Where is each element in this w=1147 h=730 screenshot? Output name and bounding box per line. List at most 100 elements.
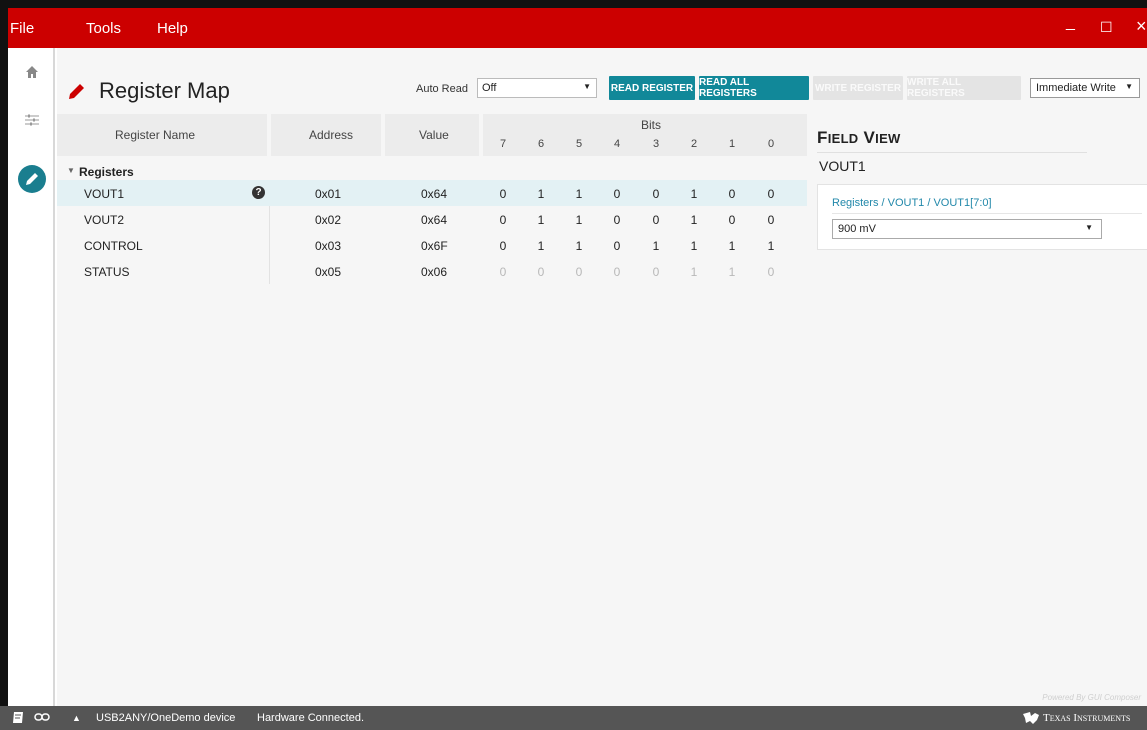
table-row[interactable]: STATUS 0x05 0x06 0 0 0 0 0 1 1 0 [57,258,807,284]
page-header: Register Map [67,78,230,104]
bit-header-0: 0 [767,138,775,150]
divider [817,152,1087,153]
bit-cell: 0 [613,265,621,279]
bit-cell[interactable]: 0 [493,213,513,227]
bit-cell[interactable]: 1 [531,213,551,227]
bit-cell[interactable]: 0 [607,239,627,253]
bit-cell[interactable]: 1 [569,187,589,201]
read-register-button[interactable]: READ REGISTER [609,76,695,100]
auto-read-value: Off [482,82,497,94]
column-header-register-name[interactable]: Register Name [57,114,267,156]
bit-header-5: 5 [575,138,583,150]
write-mode-value: Immediate Write [1036,82,1116,94]
bit-cell: 0 [537,265,545,279]
menu-file[interactable]: File [10,20,34,37]
home-icon [26,66,38,78]
bit-cell[interactable]: 0 [646,187,666,201]
table-row[interactable]: VOUT1 ? 0x01 0x64 0 1 1 0 0 1 0 0 [57,180,807,206]
bit-cell[interactable]: 0 [493,239,513,253]
table-row[interactable]: CONTROL 0x03 0x6F 0 1 1 0 1 1 1 1 [57,232,807,258]
bit-cell[interactable]: 0 [607,187,627,201]
sliders-icon [25,114,39,126]
register-value[interactable]: 0x64 [421,187,447,201]
write-mode-select[interactable]: Immediate Write ▼ [1030,78,1140,98]
column-divider [269,206,270,232]
register-map-nav-button[interactable] [17,164,47,194]
register-name: VOUT2 [84,213,125,227]
notebook-icon[interactable] [12,711,24,727]
bit-cell: 0 [499,265,507,279]
chevron-down-icon: ▼ [583,82,591,91]
pencil-icon [69,84,84,99]
field-value: 900 mV [838,223,876,235]
bit-cell[interactable]: 1 [684,213,704,227]
home-nav-button[interactable] [20,60,44,84]
link-icon[interactable] [34,712,50,725]
column-header-address[interactable]: Address [271,114,381,156]
bit-cell[interactable]: 1 [646,239,666,253]
bit-cell[interactable]: 1 [684,187,704,201]
write-register-button[interactable]: WRITE REGISTER [813,76,903,100]
menu-help[interactable]: Help [157,20,188,37]
menu-tools[interactable]: Tools [86,20,121,37]
register-map-view: Register Map Auto Read Off ▼ READ REGIST… [57,48,1147,706]
expand-arrow-icon[interactable]: ▲ [72,713,81,723]
powered-by-label: Powered By GUI Composer [1042,693,1141,702]
maximize-button[interactable]: ☐ [1100,19,1113,36]
register-name: CONTROL [84,239,143,253]
field-value-select[interactable]: 900 mV ▼ [832,219,1102,239]
bit-cell[interactable]: 0 [761,187,781,201]
brand-name: Texas Instruments [1043,712,1131,724]
register-value[interactable]: 0x64 [421,213,447,227]
close-button[interactable]: × [1136,16,1147,37]
read-all-registers-button[interactable]: READ ALL REGISTERS [699,76,809,100]
page-title: Register Map [99,78,230,103]
status-bar: ▲ USB2ANY/OneDemo device Hardware Connec… [0,706,1147,730]
bit-cell[interactable]: 0 [761,213,781,227]
left-nav [8,48,55,706]
field-view-register: VOUT1 [819,158,866,174]
bit-cell[interactable]: 0 [646,213,666,227]
bit-cell[interactable]: 1 [531,187,551,201]
register-address: 0x01 [315,187,342,201]
bit-header-1: 1 [728,138,736,150]
bit-cell[interactable]: 1 [531,239,551,253]
bit-cell[interactable]: 1 [684,239,704,253]
auto-read-label: Auto Read [416,83,468,95]
minimize-button[interactable]: _ [1066,14,1075,32]
register-group-label: Registers [79,165,134,179]
divider [832,213,1142,214]
register-group-row[interactable]: ▼ Registers [57,164,807,180]
bit-header-2: 2 [690,138,698,150]
field-view-panel: FIELD VIEW VOUT1 Registers / VOUT1 / VOU… [817,128,1147,250]
bit-header-7: 7 [499,138,507,150]
bit-cell[interactable]: 1 [569,239,589,253]
register-address: 0x05 [315,265,342,279]
column-divider [269,232,270,258]
column-header-value[interactable]: Value [385,114,479,156]
field-path: Registers / VOUT1 / VOUT1[7:0] [832,197,992,209]
menu-bar: File Tools Help _ ☐ × [8,8,1147,48]
settings-nav-button[interactable] [20,108,44,132]
register-value[interactable]: 0x6F [421,239,448,253]
table-row[interactable]: VOUT2 0x02 0x64 0 1 1 0 0 1 0 0 [57,206,807,232]
column-header-bits: Bits 7 6 5 4 3 2 1 0 [483,114,807,156]
bit-header-3: 3 [652,138,660,150]
bit-header-6: 6 [537,138,545,150]
register-name: STATUS [84,265,130,279]
bit-header-4: 4 [613,138,621,150]
bit-cell[interactable]: 0 [493,187,513,201]
bit-cell[interactable]: 0 [722,213,742,227]
bit-cell[interactable]: 0 [722,187,742,201]
auto-read-select[interactable]: Off ▼ [477,78,597,98]
write-all-registers-button[interactable]: WRITE ALL REGISTERS [907,76,1021,100]
bit-cell: 0 [575,265,583,279]
bit-cell: 1 [728,265,736,279]
bit-cell[interactable]: 1 [569,213,589,227]
bit-cell[interactable]: 1 [722,239,742,253]
bit-cell[interactable]: 0 [607,213,627,227]
bit-cell[interactable]: 1 [761,239,781,253]
pencil-icon [18,165,46,193]
help-icon[interactable]: ? [252,186,265,199]
device-label: USB2ANY/OneDemo device [96,712,236,724]
